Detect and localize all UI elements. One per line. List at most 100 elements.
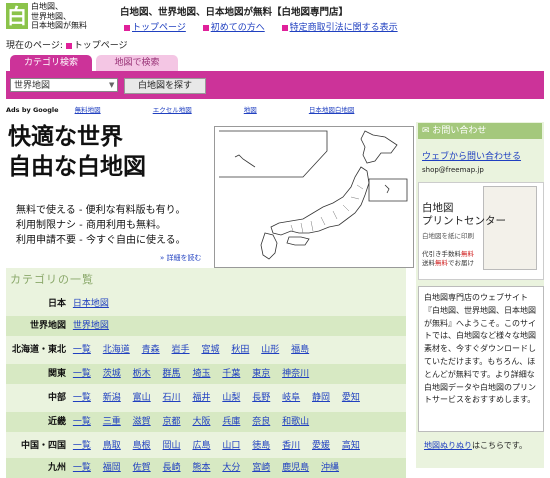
category-link[interactable]: 富山 [133, 393, 151, 403]
category-link[interactable]: 徳島 [252, 441, 270, 451]
category-link[interactable]: 熊本 [192, 463, 210, 473]
tab-map-search[interactable]: 地図で検索 [96, 55, 178, 71]
category-link[interactable]: 岡山 [163, 441, 181, 451]
ad-link[interactable]: 日本地図白地図 [309, 106, 355, 114]
region-label: 世界地図 [29, 321, 66, 331]
contact-link[interactable]: ウェブから問い合わせる [422, 149, 521, 162]
category-link[interactable]: 長崎 [163, 463, 181, 473]
category-link[interactable]: 一覧 [73, 441, 91, 451]
hero-headline: 快適な世界 自由な白地図 [8, 122, 146, 182]
ogasawara-inset-frame [368, 178, 408, 202]
category-link[interactable]: 栃木 [133, 369, 151, 379]
category-link[interactable]: 和歌山 [282, 417, 309, 427]
region-label: 関東 [47, 369, 66, 379]
category-link[interactable]: 鳥取 [103, 441, 121, 451]
category-heading: カテゴリの一覧 [10, 273, 94, 286]
ogasawara-islands-shape [384, 184, 390, 194]
coloring-link[interactable]: 地図ぬりぬり [424, 441, 472, 450]
breadcrumb-label: 現在のページ: [6, 41, 63, 51]
category-link[interactable]: 神奈川 [282, 369, 309, 379]
category-link[interactable]: 石川 [163, 393, 181, 403]
coloring-line: 地図ぬりぬりはこちらです。 [424, 440, 527, 451]
category-link[interactable]: 京都 [163, 417, 181, 427]
okinawa-inset-frame [219, 130, 328, 178]
logo-line: 白地図、 [31, 2, 63, 11]
category-link[interactable]: 青森 [142, 345, 160, 355]
category-link[interactable]: 埼玉 [192, 369, 210, 379]
breadcrumb-current: トップページ [73, 41, 128, 51]
category-row-kyushu: 九州 一覧 福岡 佐賀 長崎 熊本 大分 宮崎 鹿児島 沖縄 [6, 458, 406, 478]
ad-link[interactable]: エクセル地図 [153, 106, 192, 114]
category-link[interactable]: 宮城 [201, 345, 219, 355]
category-link[interactable]: 新潟 [103, 393, 121, 403]
category-link[interactable]: 福岡 [103, 463, 121, 473]
category-link[interactable]: 岐阜 [282, 393, 300, 403]
category-link[interactable]: 鹿児島 [282, 463, 309, 473]
detail-link[interactable]: » 詳細を読む [160, 253, 202, 263]
category-link[interactable]: 一覧 [73, 345, 91, 355]
hero-line: 快適な世界 [8, 124, 123, 150]
category-link[interactable]: 静岡 [312, 393, 330, 403]
arrow-icon [202, 24, 209, 31]
category-link[interactable]: 山梨 [222, 393, 240, 403]
print-note-text: でお届け [448, 259, 474, 267]
site-title: 白地図、世界地図、日本地図が無料【白地図専門店】 [120, 7, 349, 18]
category-link[interactable]: 福井 [192, 393, 210, 403]
category-link[interactable]: 佐賀 [133, 463, 151, 473]
category-link[interactable]: 奈良 [252, 417, 270, 427]
category-link[interactable]: 福島 [291, 345, 309, 355]
ads-label[interactable]: Ads by Google [6, 106, 59, 114]
category-link[interactable]: 滋賀 [133, 417, 151, 427]
category-link[interactable]: 愛媛 [312, 441, 330, 451]
nav-legal-notice[interactable]: 特定商取引法に関する表示 [290, 23, 398, 33]
nav-first-time[interactable]: 初めての方へ [211, 23, 265, 33]
category-link[interactable]: 広島 [192, 441, 210, 451]
region-label: 九州 [47, 463, 66, 473]
category-link[interactable]: 世界地図 [73, 321, 109, 331]
category-link[interactable]: 一覧 [73, 393, 91, 403]
category-link[interactable]: 群馬 [163, 369, 181, 379]
category-link[interactable]: 一覧 [73, 417, 91, 427]
tab-category-search[interactable]: カテゴリ検索 [10, 55, 92, 71]
ad-link[interactable]: 無料地図 [75, 106, 101, 114]
logo-text[interactable]: 白地図、 世界地図、 日本地図が無料 [31, 2, 87, 31]
hero-line: 自由な白地図 [8, 154, 146, 180]
category-link[interactable]: 兵庫 [222, 417, 240, 427]
category-link[interactable]: 島根 [133, 441, 151, 451]
coloring-suffix: はこちらです。 [472, 441, 527, 450]
category-link[interactable]: 一覧 [73, 463, 91, 473]
category-link[interactable]: 高知 [342, 441, 360, 451]
category-link[interactable]: 長野 [252, 393, 270, 403]
category-link[interactable]: 愛知 [342, 393, 360, 403]
breadcrumb: 現在のページ: トップページ [6, 38, 128, 51]
category-link[interactable]: 東京 [252, 369, 270, 379]
contact-icon: ✉ [422, 126, 433, 136]
category-link[interactable]: 三重 [103, 417, 121, 427]
logo-icon[interactable]: 白 [6, 3, 28, 29]
print-center-note: 代引き手数料無料 送料無料でお届け [422, 250, 474, 268]
category-link[interactable]: 日本地図 [73, 299, 109, 309]
category-link[interactable]: 沖縄 [321, 463, 339, 473]
category-link[interactable]: 山形 [261, 345, 279, 355]
category-link[interactable]: 岩手 [172, 345, 190, 355]
ad-link[interactable]: 地図 [244, 106, 257, 114]
print-center-subtitle: 白地図を紙に印刷 [422, 232, 474, 240]
category-link[interactable]: 山口 [222, 441, 240, 451]
category-link[interactable]: 大分 [222, 463, 240, 473]
japan-map[interactable] [214, 126, 414, 268]
category-select[interactable]: 世界地図 [10, 78, 118, 92]
category-link[interactable]: 北海道 [103, 345, 130, 355]
print-note-free: 無料 [461, 250, 474, 258]
contact-heading-label: お問い合わせ [432, 126, 487, 136]
category-link[interactable]: 一覧 [73, 369, 91, 379]
search-button[interactable]: 白地図を探す [124, 78, 206, 94]
nav-top-page[interactable]: トップページ [132, 23, 186, 33]
category-link[interactable]: 宮崎 [252, 463, 270, 473]
prefecture-borders [290, 184, 364, 234]
category-link[interactable]: 茨城 [103, 369, 121, 379]
category-link[interactable]: 大阪 [192, 417, 210, 427]
category-link[interactable]: 千葉 [222, 369, 240, 379]
category-link[interactable]: 香川 [282, 441, 300, 451]
japan-map-icon [219, 130, 408, 260]
category-link[interactable]: 秋田 [231, 345, 249, 355]
